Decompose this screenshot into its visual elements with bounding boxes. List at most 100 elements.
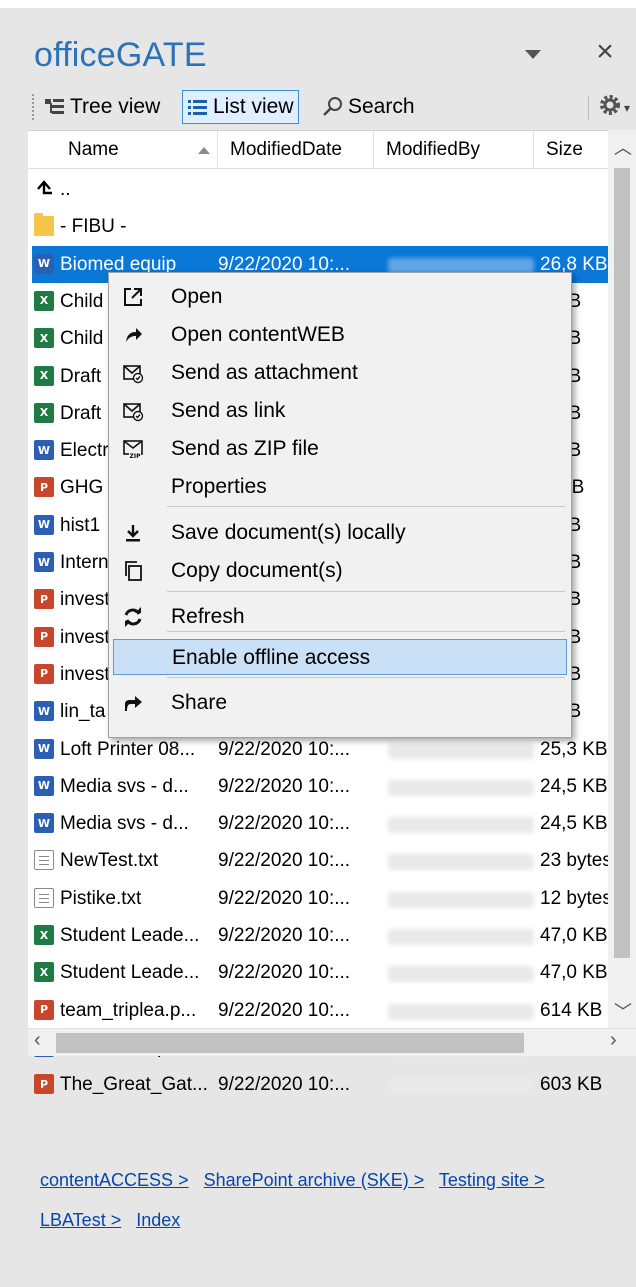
top-strip [0, 0, 636, 8]
refresh-icon [121, 605, 145, 629]
modified-by-redacted [388, 854, 534, 871]
settings-button[interactable]: ▾ [587, 92, 630, 123]
vertical-scroll-thumb[interactable] [614, 168, 630, 958]
excel-file-icon: X [34, 365, 54, 386]
column-modifiedby-header[interactable]: ModifiedBy [374, 131, 534, 169]
breadcrumb-item[interactable]: SharePoint archive (SKE) > [204, 1170, 425, 1190]
table-row[interactable]: Pistike.txt 9/22/2020 10:... 12 bytes [32, 880, 610, 917]
menu-separator [167, 591, 565, 592]
menu-item-save-document-s-locally[interactable]: Save document(s) locally [113, 515, 567, 551]
powerpoint-file-icon: P [34, 626, 54, 647]
search-button[interactable]: Search [322, 90, 415, 124]
close-icon: × [596, 35, 614, 68]
scroll-up-arrow-icon[interactable]: ︿ [614, 134, 632, 160]
scroll-right-arrow-icon[interactable]: › [610, 1029, 617, 1052]
search-icon [322, 96, 344, 118]
file-name: - FIBU - [60, 216, 127, 238]
scroll-down-arrow-icon[interactable]: ﹀ [614, 998, 632, 1024]
powerpoint-file-icon: P [34, 477, 54, 498]
menu-item-open-contentweb[interactable]: Open contentWEB [113, 317, 567, 353]
close-pane-button[interactable]: × [590, 34, 620, 70]
toolbar-divider [587, 95, 589, 120]
chevron-down-icon: ▾ [623, 100, 630, 115]
file-name: Student Leade... [60, 925, 200, 946]
menu-item-refresh[interactable]: Refresh [113, 599, 567, 635]
menu-item-open[interactable]: Open [113, 279, 567, 315]
breadcrumb-item[interactable]: Index [136, 1210, 180, 1230]
menu-item-send-as-link[interactable]: Send as link [113, 393, 567, 429]
table-row[interactable]: X Student Leade... 9/22/2020 10:... 47,0 KB [32, 917, 608, 954]
modified-date: 9/22/2020 10:... [218, 813, 351, 835]
file-name: Media svs - d... [60, 775, 189, 797]
column-modifieddate-header[interactable]: ModifiedDate [218, 131, 374, 169]
menu-item-share[interactable]: Share [113, 685, 567, 721]
modified-by-redacted [388, 891, 534, 908]
file-size: 603 KB [540, 1074, 603, 1096]
table-row[interactable]: P The_Great_Gat... 9/22/2020 10:... 603 KB [32, 1066, 608, 1103]
menu-item-label: Send as ZIP file [171, 437, 319, 460]
powerpoint-file-icon: P [34, 999, 54, 1020]
modified-by-redacted [388, 929, 534, 945]
column-name-header[interactable]: Name [28, 131, 218, 169]
breadcrumb-item[interactable]: contentACCESS > [40, 1170, 189, 1190]
powerpoint-file-icon-glyph: P [34, 663, 54, 684]
horizontal-scroll-thumb[interactable] [56, 1033, 524, 1053]
up-arrow-icon [34, 179, 54, 199]
list-view-button[interactable]: List view [182, 90, 299, 124]
file-size: 47,0 KB [540, 925, 608, 946]
breadcrumb-item[interactable]: LBATest > [40, 1210, 121, 1230]
modified-date: 9/22/2020 10:... [218, 925, 351, 946]
word-file-icon-glyph: W [34, 440, 54, 461]
table-row[interactable]: X Student Leade... 9/22/2020 10:... 47,0 KB [32, 954, 608, 991]
menu-item-properties[interactable]: Properties [113, 469, 567, 505]
excel-file-icon: X [34, 925, 54, 945]
menu-item-enable-offline-access[interactable]: Enable offline access [113, 639, 567, 675]
powerpoint-file-icon: P [34, 1074, 54, 1095]
modified-date: 9/22/2020 10:... [218, 999, 351, 1021]
tree-view-icon [44, 97, 66, 117]
word-file-icon-glyph: W [34, 552, 54, 572]
column-size-header[interactable]: Size [534, 131, 608, 169]
horizontal-scrollbar[interactable]: ‹ › [28, 1028, 636, 1056]
menu-item-copy-document-s[interactable]: Copy document(s) [113, 553, 567, 589]
tree-view-button[interactable]: Tree view [44, 90, 160, 124]
file-size: 24,5 KB [540, 775, 608, 797]
toolbar: Tree view List view Search ▾ [28, 88, 636, 128]
word-file-icon: W [34, 775, 54, 796]
vertical-scrollbar[interactable]: ︿ ﹀ [608, 130, 636, 1028]
no-icon [122, 646, 146, 670]
file-size: 23 bytes [540, 850, 610, 872]
menu-item-send-as-attachment[interactable]: Send as attachment [113, 355, 567, 391]
column-size-label: Size [546, 139, 583, 160]
breadcrumb-item[interactable]: Testing site > [439, 1170, 545, 1190]
gear-icon [597, 92, 623, 123]
table-row[interactable]: W Media svs - d... 9/22/2020 10:... 24,5 KB [32, 805, 608, 842]
word-file-icon: W [34, 514, 54, 535]
excel-file-icon: X [34, 328, 54, 349]
menu-item-send-as-zip-file[interactable]: ZIP Send as ZIP file [113, 431, 567, 467]
modified-by-redacted [388, 966, 534, 983]
table-row[interactable]: W Media svs - d... 9/22/2020 10:... 24,5 KB [32, 768, 608, 805]
file-size: 12 bytes [540, 887, 610, 909]
powerpoint-file-icon-glyph: P [34, 477, 54, 498]
table-row[interactable]: Pteam_triplea.p... 9/22/2020 10:... 614 KB [32, 992, 608, 1029]
share-icon [121, 691, 145, 715]
menu-item-label: Share [171, 691, 228, 714]
menu-item-label: Save document(s) locally [171, 521, 406, 544]
modified-date: 9/22/2020 10:... [218, 1074, 351, 1096]
officegate-pane: officeGATE × Tree view List view Search [0, 0, 636, 1287]
text-file-icon-glyph [34, 887, 54, 908]
file-size: 614 KB [540, 999, 603, 1021]
toolbar-grip[interactable] [32, 94, 36, 120]
powerpoint-file-icon-glyph: P [34, 626, 54, 647]
table-row[interactable]: - FIBU - [32, 208, 608, 245]
word-file-icon: W [34, 552, 54, 572]
text-file-icon [34, 887, 54, 908]
scroll-left-arrow-icon[interactable]: ‹ [34, 1029, 41, 1052]
table-row[interactable]: NewTest.txt 9/22/2020 10:... 23 bytes [32, 842, 610, 879]
list-view-icon [187, 97, 209, 117]
parent-folder-row[interactable]: .. [32, 171, 608, 208]
context-menu: Open Open contentWEB Send as attachment Sen… [108, 272, 572, 738]
word-file-icon-glyph: W [34, 775, 54, 796]
pane-options-button[interactable] [518, 42, 548, 66]
